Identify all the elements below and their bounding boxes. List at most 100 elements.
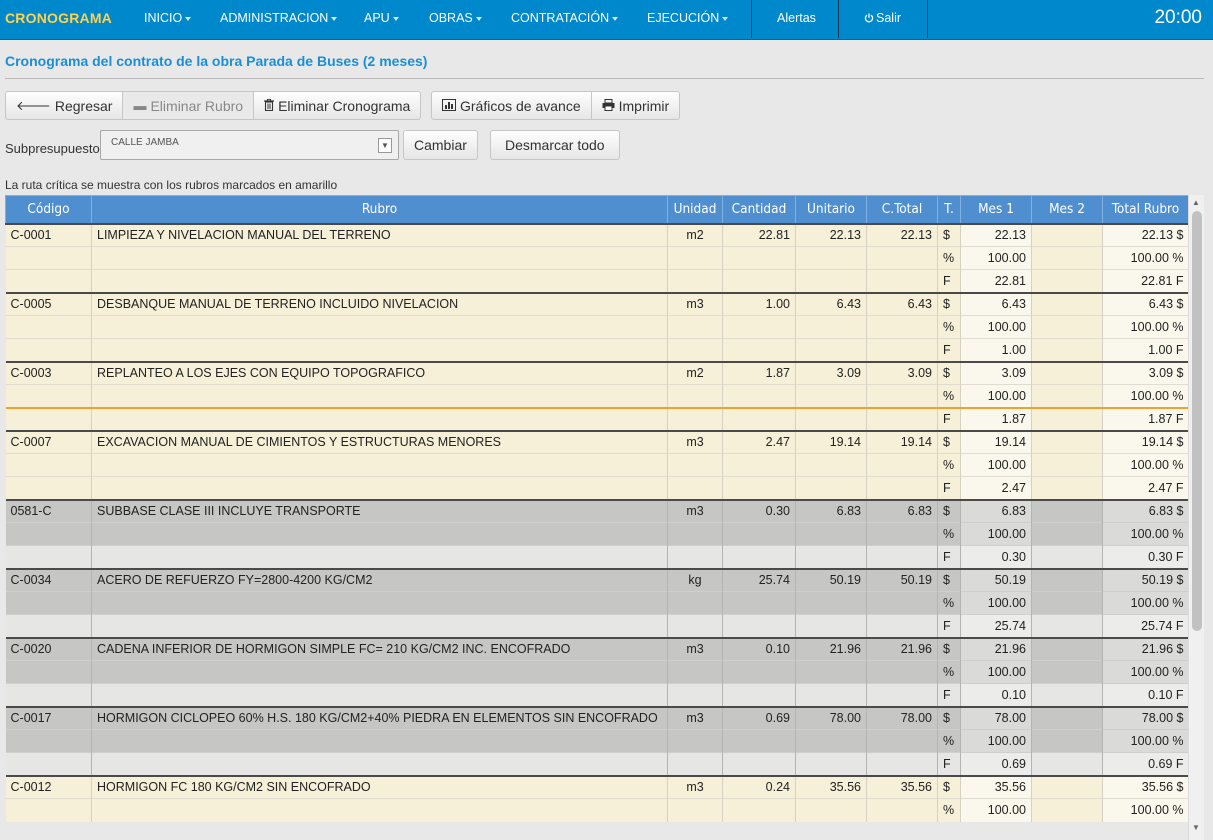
month-2-money[interactable] [1031, 636, 1103, 661]
scroll-up-icon[interactable]: ▲ [1192, 198, 1200, 207]
col-header-month-1[interactable]: Mes 1 [960, 195, 1032, 224]
month-2-percent[interactable] [1031, 315, 1103, 339]
table-row[interactable]: C-0001 LIMPIEZA Y NIVELACION MANUAL DEL T… [5, 222, 1188, 247]
month-2-money[interactable] [1031, 291, 1103, 316]
table-row[interactable]: F 22.81 22.81 F [5, 269, 1188, 293]
alerts-link[interactable]: Alertas [777, 11, 816, 25]
dropdown-arrow-icon[interactable]: ▼ [378, 138, 392, 153]
month-1-money[interactable]: 35.56 [960, 774, 1032, 799]
table-row[interactable]: % 100.00 100.00 % [5, 729, 1188, 753]
month-1-percent[interactable]: 100.00 [960, 453, 1032, 477]
month-1-physical[interactable]: 1.00 [960, 338, 1032, 362]
month-2-physical[interactable] [1031, 269, 1103, 293]
table-row[interactable]: C-0034 ACERO DE REFUERZO FY=2800-4200 KG/… [5, 567, 1188, 592]
app-brand[interactable]: CRONOGRAMA [5, 10, 112, 26]
table-row[interactable]: 0581-C SUBBASE CLASE III INCLUYE TRANSPOR… [5, 498, 1188, 523]
month-1-physical[interactable]: 1.87 [960, 406, 1032, 431]
table-row[interactable]: % 100.00 100.00 % [5, 453, 1188, 477]
table-row[interactable]: % 100.00 100.00 % [5, 384, 1188, 408]
back-button[interactable]: 🡐 Regresar [5, 91, 124, 120]
table-row[interactable]: C-0012 HORMIGON FC 180 KG/CM2 SIN ENCOFRA… [5, 774, 1188, 799]
month-1-money[interactable]: 50.19 [960, 567, 1032, 592]
table-row[interactable]: % 100.00 100.00 % [5, 591, 1188, 615]
table-row[interactable]: % 100.00 100.00 % [5, 522, 1188, 546]
unmark-all-button[interactable]: Desmarcar todo [490, 130, 620, 160]
month-1-percent[interactable]: 100.00 [960, 522, 1032, 546]
month-2-money[interactable] [1031, 774, 1103, 799]
table-row[interactable]: F 0.69 0.69 F [5, 752, 1188, 776]
month-2-physical[interactable] [1031, 545, 1103, 569]
month-2-money[interactable] [1031, 222, 1103, 247]
month-1-money[interactable]: 22.13 [960, 222, 1032, 247]
col-header-unit-price[interactable]: Unitario [795, 195, 867, 224]
col-header-month-2[interactable]: Mes 2 [1031, 195, 1103, 224]
table-row[interactable]: C-0007 EXCAVACION MANUAL DE CIMIENTOS Y E… [5, 429, 1188, 454]
table-row[interactable]: F 1.87 1.87 F [5, 406, 1188, 431]
month-1-percent[interactable]: 100.00 [960, 798, 1032, 822]
month-2-physical[interactable] [1031, 683, 1103, 707]
month-2-money[interactable] [1031, 360, 1103, 385]
month-1-percent[interactable]: 100.00 [960, 384, 1032, 408]
menu-obras[interactable]: OBRAS [429, 11, 482, 25]
table-row[interactable]: F 25.74 25.74 F [5, 614, 1188, 638]
table-row[interactable]: F 1.00 1.00 F [5, 338, 1188, 362]
month-1-physical[interactable]: 2.47 [960, 476, 1032, 500]
table-row[interactable]: % 100.00 100.00 % [5, 798, 1188, 822]
month-1-physical[interactable]: 0.30 [960, 545, 1032, 569]
month-2-physical[interactable] [1031, 614, 1103, 638]
month-1-money[interactable]: 6.43 [960, 291, 1032, 316]
month-1-money[interactable]: 78.00 [960, 705, 1032, 730]
month-2-physical[interactable] [1031, 406, 1103, 431]
month-2-percent[interactable] [1031, 729, 1103, 753]
print-button[interactable]: Imprimir [590, 91, 681, 120]
month-1-money[interactable]: 3.09 [960, 360, 1032, 385]
month-1-physical[interactable]: 0.10 [960, 683, 1032, 707]
table-row[interactable]: C-0017 HORMIGON CICLOPEO 60% H.S. 180 KG/… [5, 705, 1188, 730]
month-2-percent[interactable] [1031, 660, 1103, 684]
table-row[interactable]: % 100.00 100.00 % [5, 660, 1188, 684]
col-header-code[interactable]: Código [5, 195, 92, 224]
month-2-money[interactable] [1031, 705, 1103, 730]
schedule-table-container[interactable]: Código Rubro Unidad Cantidad Unitario C.… [5, 195, 1188, 840]
table-row[interactable]: % 100.00 100.00 % [5, 315, 1188, 339]
month-2-percent[interactable] [1031, 798, 1103, 822]
table-row[interactable]: C-0003 REPLANTEO A LOS EJES CON EQUIPO TO… [5, 360, 1188, 385]
col-header-item[interactable]: Rubro [91, 195, 668, 224]
table-row[interactable]: F 0.10 0.10 F [5, 683, 1188, 707]
table-row[interactable]: % 100.00 100.00 % [5, 246, 1188, 270]
remove-schedule-button[interactable]: Eliminar Cronograma [253, 91, 422, 120]
month-2-money[interactable] [1031, 429, 1103, 454]
col-header-unit[interactable]: Unidad [667, 195, 723, 224]
month-1-percent[interactable]: 100.00 [960, 315, 1032, 339]
month-2-physical[interactable] [1031, 752, 1103, 776]
remove-item-button[interactable]: ▬ Eliminar Rubro [122, 91, 255, 120]
month-2-percent[interactable] [1031, 591, 1103, 615]
month-1-physical[interactable]: 0.69 [960, 752, 1032, 776]
month-2-physical[interactable] [1031, 338, 1103, 362]
progress-charts-button[interactable]: Gráficos de avance [431, 91, 592, 120]
month-1-money[interactable]: 19.14 [960, 429, 1032, 454]
month-2-money[interactable] [1031, 567, 1103, 592]
menu-apu[interactable]: APU [364, 11, 399, 25]
month-1-percent[interactable]: 100.00 [960, 591, 1032, 615]
month-2-percent[interactable] [1031, 522, 1103, 546]
col-header-total-item[interactable]: Total Rubro [1102, 195, 1188, 224]
menu-administracion[interactable]: ADMINISTRACION [220, 11, 338, 25]
month-1-percent[interactable]: 100.00 [960, 729, 1032, 753]
menu-inicio[interactable]: INICIO [144, 11, 192, 25]
month-1-money[interactable]: 6.83 [960, 498, 1032, 523]
month-2-percent[interactable] [1031, 246, 1103, 270]
scrollbar-thumb[interactable] [1192, 211, 1202, 631]
month-2-physical[interactable] [1031, 476, 1103, 500]
table-row[interactable]: F 2.47 2.47 F [5, 476, 1188, 500]
menu-contratacion[interactable]: CONTRATACIÓN [511, 11, 619, 25]
scroll-down-icon[interactable]: ▼ [1192, 823, 1200, 832]
month-2-percent[interactable] [1031, 453, 1103, 477]
table-row[interactable]: F 0.30 0.30 F [5, 545, 1188, 569]
logout-link[interactable]: Salir [864, 11, 901, 26]
col-header-total-cost[interactable]: C.Total [866, 195, 938, 224]
month-1-physical[interactable]: 25.74 [960, 614, 1032, 638]
subbudget-select[interactable]: CALLE JAMBA ▼ [100, 130, 399, 160]
month-2-money[interactable] [1031, 498, 1103, 523]
month-1-physical[interactable]: 22.81 [960, 269, 1032, 293]
